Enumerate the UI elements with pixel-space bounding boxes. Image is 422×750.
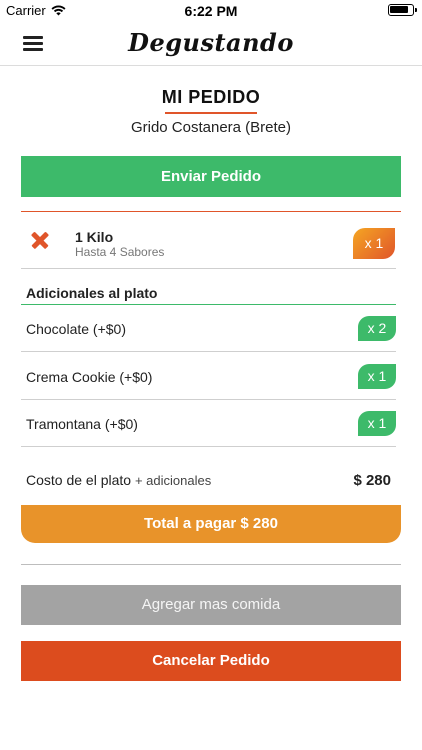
addon-row-chocolate: Chocolate (+$0) x 2 xyxy=(21,305,396,352)
addon-label: Tramontana (+$0) xyxy=(26,416,138,432)
title-underline xyxy=(165,112,257,114)
order-item-name: 1 Kilo xyxy=(75,229,114,245)
battery-icon xyxy=(388,4,417,16)
cost-extra-label: + adicionales xyxy=(134,473,212,488)
order-item-row: 1 Kilo Hasta 4 Sabores x 1 xyxy=(21,212,396,269)
dish-cost-row: Costo de el plato + adicionales $ 280 xyxy=(26,472,391,492)
order-item-quantity-badge[interactable]: x 1 xyxy=(353,228,395,259)
addons-section-title: Adicionales al plato xyxy=(26,285,158,301)
total-to-pay-button[interactable]: Total a pagar $ 280 xyxy=(21,505,401,543)
send-order-button[interactable]: Enviar Pedido xyxy=(21,156,401,197)
cost-label: Costo de el plato xyxy=(26,472,132,488)
actions-divider xyxy=(21,564,401,565)
app-logo: Degustando xyxy=(128,28,294,57)
cancel-order-button[interactable]: Cancelar Pedido xyxy=(21,641,401,681)
addon-quantity-badge[interactable]: x 1 xyxy=(358,364,396,389)
addon-quantity-badge[interactable]: x 1 xyxy=(358,411,396,436)
cost-value: $ 280 xyxy=(353,472,391,489)
restaurant-name: Grido Costanera (Brete) xyxy=(130,119,292,136)
addon-label: Crema Cookie (+$0) xyxy=(26,369,153,385)
addon-quantity-badge[interactable]: x 2 xyxy=(358,316,396,341)
add-more-food-button[interactable]: Agregar mas comida xyxy=(21,585,401,625)
status-bar: Carrier 6:22 PM xyxy=(0,0,422,22)
page-title: MI PEDIDO xyxy=(161,87,261,107)
status-time: 6:22 PM xyxy=(184,3,238,19)
cost-label-group: Costo de el plato + adicionales xyxy=(26,472,211,488)
addon-row-crema-cookie: Crema Cookie (+$0) x 1 xyxy=(21,353,396,400)
addon-label: Chocolate (+$0) xyxy=(26,321,127,337)
remove-x-icon[interactable] xyxy=(31,231,49,249)
navigation-bar: Degustando xyxy=(0,22,422,66)
addon-row-tramontana: Tramontana (+$0) x 1 xyxy=(21,400,396,447)
order-item-description: Hasta 4 Sabores xyxy=(75,245,165,259)
